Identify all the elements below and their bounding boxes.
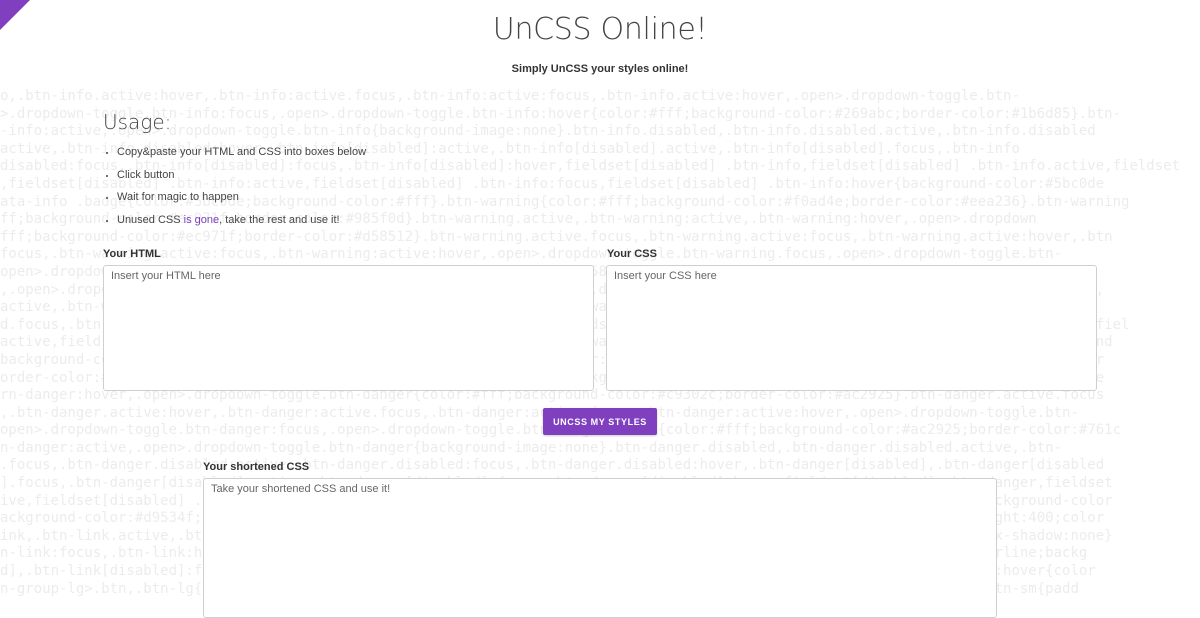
- uncss-button[interactable]: UNCSS MY STYLES: [543, 408, 657, 435]
- is-gone-link[interactable]: is gone: [184, 214, 219, 226]
- usage-step: Unused CSS is gone, take the rest and us…: [117, 213, 366, 236]
- usage-step: Wait for magic to happen: [117, 190, 366, 213]
- html-input[interactable]: [103, 265, 594, 391]
- background-code-line: >.dropdown-toggle.btn-info:focus,.open>.…: [0, 105, 1122, 122]
- usage-list: Copy&paste your HTML and CSS into boxes …: [103, 145, 366, 235]
- background-code-line: .focus,.btn-danger.disabled:active,.btn-…: [0, 457, 1105, 474]
- background-code-line: o,.btn-info.active:hover,.btn-info:activ…: [0, 88, 1020, 104]
- css-input[interactable]: [606, 265, 1097, 391]
- page-title: UnCSS Online!: [492, 12, 708, 47]
- page-subtitle: Simply UnCSS your styles online!: [511, 63, 689, 75]
- output-label: Your shortened CSS: [203, 461, 310, 473]
- background-code-line: n-danger:active,.open>.dropdown-toggle.b…: [0, 439, 1063, 456]
- background-code-line: -info:active,.open>.dropdown-toggle.btn-…: [0, 123, 1096, 140]
- usage-heading: Usage:: [103, 110, 172, 134]
- usage-step-text: Unused CSS: [117, 213, 184, 226]
- background-code-line: focus,.btn-warning:active:focus,.btn-war…: [0, 246, 1063, 263]
- usage-step-text: , take the rest and use it!: [219, 213, 340, 226]
- usage-step: Copy&paste your HTML and CSS into boxes …: [117, 145, 366, 168]
- css-input-label: Your CSS: [607, 248, 657, 260]
- usage-step: Click button: [117, 168, 366, 191]
- html-input-label: Your HTML: [103, 248, 161, 260]
- output-textarea[interactable]: [203, 478, 997, 618]
